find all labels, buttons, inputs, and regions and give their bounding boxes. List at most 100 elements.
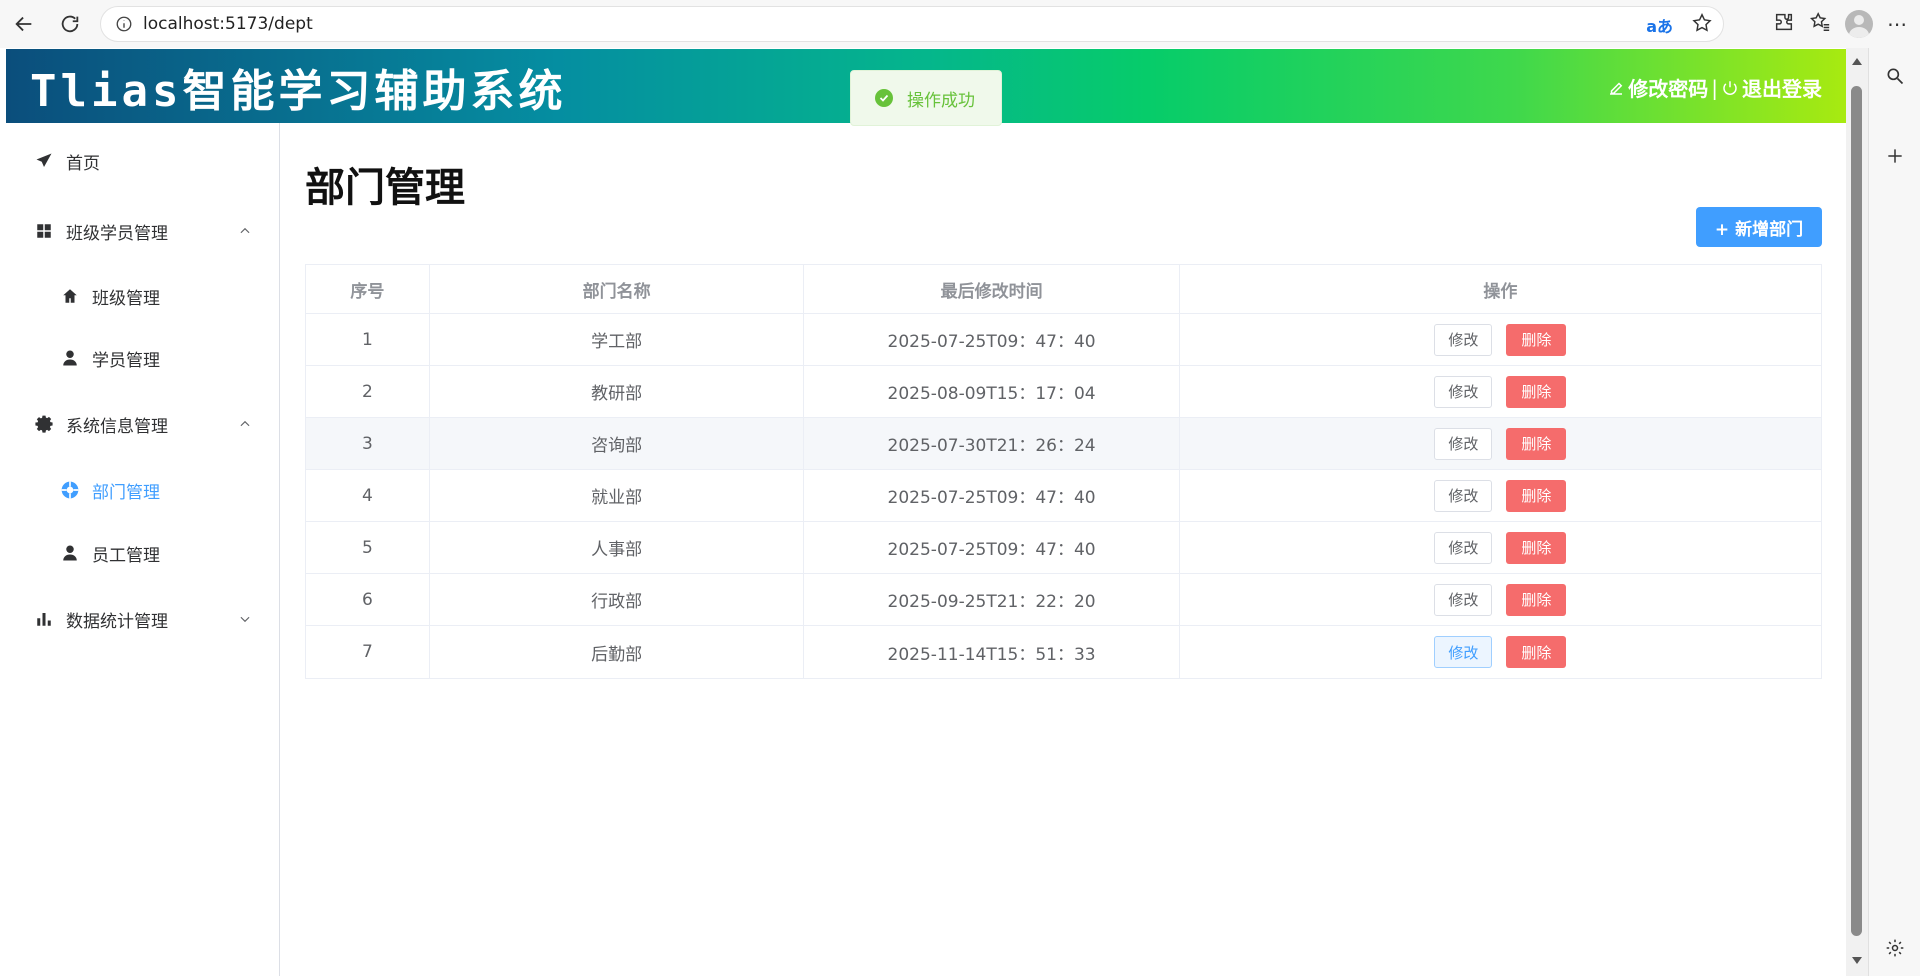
change-password-link[interactable]: 修改密码 — [1607, 73, 1708, 102]
row-updated-time: 2025-07-25T09：47：40 — [804, 314, 1180, 365]
table-row: 4 就业部 2025-07-25T09：47：40 修改 删除 — [306, 470, 1821, 522]
row-actions: 修改 删除 — [1180, 418, 1821, 469]
favorites-icon[interactable] — [1809, 11, 1831, 37]
sidebar-item-data-stats-mgmt[interactable]: 数据统计管理 — [6, 591, 280, 647]
table-row: 2 教研部 2025-08-09T15：17：04 修改 删除 — [306, 366, 1821, 418]
address-url[interactable]: localhost:5173/dept — [143, 14, 313, 34]
edit-button[interactable]: 修改 — [1434, 479, 1493, 512]
row-actions: 修改 删除 — [1180, 314, 1821, 365]
delete-button[interactable]: 删除 — [1506, 375, 1567, 408]
row-dept-name: 学工部 — [430, 314, 805, 365]
chevron-up-icon — [240, 227, 250, 234]
table-row: 1 学工部 2025-07-25T09：47：40 修改 删除 — [306, 314, 1821, 366]
more-icon[interactable]: ⋯ — [1887, 12, 1908, 36]
sidebar-item-dept-mgmt[interactable]: 部门管理 — [6, 462, 280, 518]
delete-button[interactable]: 删除 — [1506, 531, 1567, 564]
row-index: 1 — [306, 314, 430, 365]
search-icon[interactable] — [1883, 64, 1907, 88]
row-dept-name: 行政部 — [430, 574, 805, 625]
sidebar-item-label: 班级学员管理 — [66, 223, 168, 244]
row-actions: 修改 删除 — [1180, 470, 1821, 521]
logout-link[interactable]: 退出登录 — [1721, 73, 1822, 102]
sidebar-item-class-mgmt[interactable]: 班级管理 — [6, 268, 280, 324]
dept-table: 序号 部门名称 最后修改时间 操作 1 学工部 2025-07-25T09：47… — [305, 264, 1822, 679]
table-header-row: 序号 部门名称 最后修改时间 操作 — [306, 265, 1821, 314]
avatar-icon — [60, 543, 80, 563]
edit-button[interactable]: 修改 — [1434, 583, 1493, 616]
delete-button[interactable]: 删除 — [1506, 583, 1567, 616]
success-toast: 操作成功 — [850, 70, 1002, 126]
sidebar-menu: 首页 班级学员管理 班级管理 学员管理 系统信息管理 部门管理 员工管理 数据统… — [6, 123, 280, 976]
row-index: 6 — [306, 574, 430, 625]
reload-icon[interactable] — [50, 4, 90, 44]
sidebar-item-class-student-mgmt[interactable]: 班级学员管理 — [6, 203, 280, 259]
sidebar-item-label: 首页 — [66, 153, 100, 174]
row-updated-time: 2025-11-14T15：51：33 — [804, 626, 1180, 678]
scroll-thumb[interactable] — [1851, 86, 1862, 936]
extensions-icon[interactable] — [1773, 11, 1795, 37]
browser-side-panel — [1868, 48, 1920, 976]
page-title: 部门管理 — [305, 165, 465, 211]
profile-avatar[interactable] — [1845, 10, 1873, 38]
back-icon[interactable] — [4, 4, 44, 44]
info-icon[interactable] — [109, 15, 139, 33]
grid-icon — [34, 221, 54, 241]
edit-button[interactable]: 修改 — [1434, 531, 1493, 564]
edit-button[interactable]: 修改 — [1434, 427, 1493, 460]
translate-icon[interactable]: aあ — [1646, 13, 1673, 37]
row-dept-name: 就业部 — [430, 470, 805, 521]
success-check-icon — [875, 89, 893, 107]
table-header-cell: 最后修改时间 — [804, 265, 1180, 313]
row-dept-name: 教研部 — [430, 366, 805, 417]
edit-pen-icon — [1610, 81, 1623, 95]
sidebar-item-label: 系统信息管理 — [66, 416, 168, 437]
delete-button[interactable]: 删除 — [1506, 323, 1567, 356]
sidebar-item-home[interactable]: 首页 — [6, 133, 280, 189]
row-updated-time: 2025-09-25T21：22：20 — [804, 574, 1180, 625]
sidebar-item-student-mgmt[interactable]: 学员管理 — [6, 330, 280, 386]
table-header-cell: 序号 — [306, 265, 430, 313]
user-icon — [60, 348, 80, 368]
row-updated-time: 2025-07-25T09：47：40 — [804, 470, 1180, 521]
sidebar-item-system-info-mgmt[interactable]: 系统信息管理 — [6, 396, 280, 452]
edit-button[interactable]: 修改 — [1434, 323, 1493, 356]
change-password-label: 修改密码 — [1628, 77, 1709, 101]
sidebar-item-label: 学员管理 — [92, 350, 160, 371]
edit-button[interactable]: 修改 — [1434, 375, 1493, 408]
logout-label: 退出登录 — [1742, 77, 1822, 101]
gear-icon — [34, 414, 54, 434]
scroll-up-arrow-icon[interactable] — [1852, 58, 1862, 65]
favorite-star-icon[interactable] — [1691, 12, 1713, 38]
table-row: 7 后勤部 2025-11-14T15：51：33 修改 删除 — [306, 626, 1821, 678]
row-actions: 修改 删除 — [1180, 574, 1821, 625]
scroll-down-arrow-icon[interactable] — [1852, 957, 1862, 964]
home-icon — [60, 286, 80, 306]
edit-button[interactable]: 修改 — [1434, 636, 1493, 668]
row-actions: 修改 删除 — [1180, 366, 1821, 417]
page-scrollbar[interactable] — [1846, 48, 1868, 976]
plus-icon[interactable] — [1883, 144, 1907, 168]
paper-plane-icon — [34, 151, 54, 171]
chevron-down-icon — [240, 616, 250, 623]
table-header-cell: 部门名称 — [430, 265, 805, 313]
row-actions: 修改 删除 — [1180, 522, 1821, 573]
table-row: 6 行政部 2025-09-25T21：22：20 修改 删除 — [306, 574, 1821, 626]
add-dept-button[interactable]: + 新增部门 — [1696, 207, 1822, 247]
address-bar[interactable]: localhost:5173/dept aあ — [100, 6, 1724, 42]
delete-button[interactable]: 删除 — [1506, 636, 1567, 668]
header-links: 修改密码 | 退出登录 — [1607, 73, 1822, 102]
row-index: 5 — [306, 522, 430, 573]
sidebar-item-label: 班级管理 — [92, 288, 160, 309]
row-dept-name: 后勤部 — [430, 626, 805, 678]
delete-button[interactable]: 删除 — [1506, 479, 1567, 512]
row-dept-name: 人事部 — [430, 522, 805, 573]
row-index: 7 — [306, 626, 430, 678]
header-separator: | — [1711, 75, 1718, 100]
settings-gear-icon[interactable] — [1883, 936, 1907, 960]
sidebar-item-employee-mgmt[interactable]: 员工管理 — [6, 525, 280, 581]
table-row: 3 咨询部 2025-07-30T21：26：24 修改 删除 — [306, 418, 1821, 470]
delete-button[interactable]: 删除 — [1506, 427, 1567, 460]
sidebar-item-label: 员工管理 — [92, 545, 160, 566]
row-updated-time: 2025-08-09T15：17：04 — [804, 366, 1180, 417]
app-title: Tlias智能学习辅助系统 — [30, 66, 567, 117]
